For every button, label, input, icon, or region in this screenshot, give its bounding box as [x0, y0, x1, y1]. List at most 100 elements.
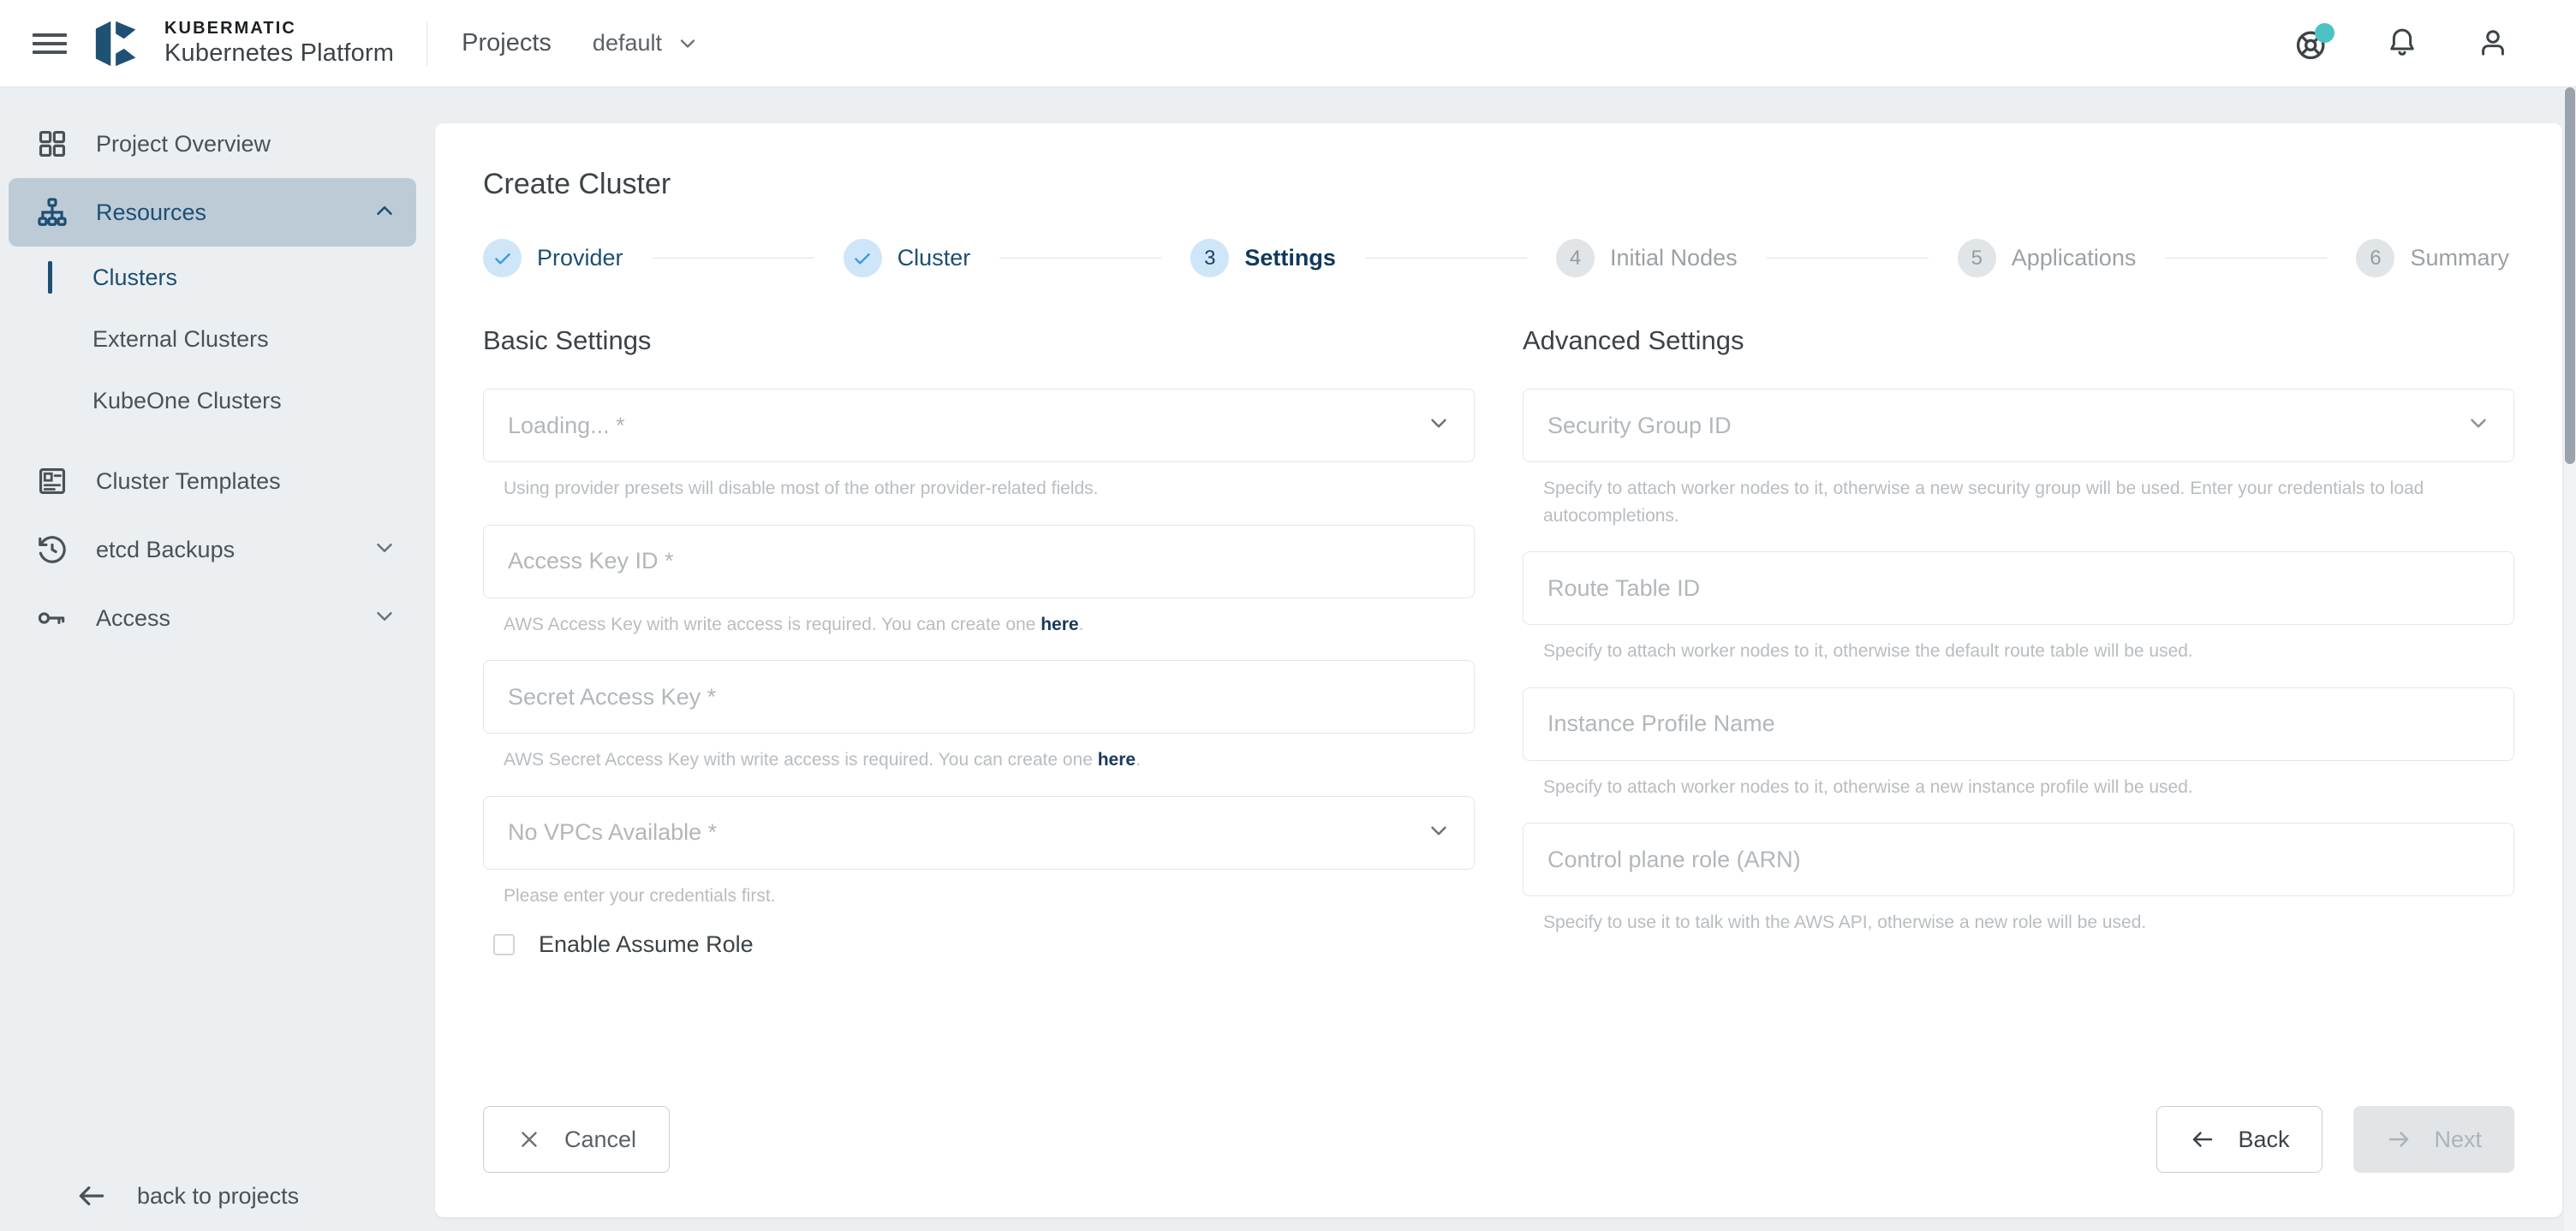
- step-provider-circle: [483, 239, 522, 277]
- back-button-label: Back: [2238, 1127, 2289, 1153]
- route-table-id-placeholder: Route Table ID: [1547, 575, 1700, 602]
- sidebar-item-external-clusters[interactable]: External Clusters: [0, 308, 435, 370]
- step-initial-nodes[interactable]: 4 Initial Nodes: [1556, 239, 1738, 277]
- sidebar-label-clusters: Clusters: [92, 265, 177, 291]
- step-summary[interactable]: 6 Summary: [2356, 239, 2509, 277]
- project-selected-name: default: [593, 30, 662, 56]
- key-icon: [34, 600, 70, 636]
- sidebar-label-kubeone-clusters: KubeOne Clusters: [92, 388, 282, 414]
- sidebar-item-access[interactable]: Access: [9, 584, 416, 652]
- sidebar-item-kubeone-clusters[interactable]: KubeOne Clusters: [0, 370, 435, 431]
- top-bar: KUBERMATIC Kubernetes Platform Projects …: [0, 0, 2576, 87]
- back-button[interactable]: Back: [2156, 1106, 2323, 1173]
- arrow-left-icon: [2190, 1127, 2215, 1152]
- sidebar-item-project-overview[interactable]: Project Overview: [9, 110, 416, 178]
- step-cluster[interactable]: Cluster: [844, 239, 971, 277]
- advanced-settings-column: Advanced Settings Security Group ID Spec…: [1523, 325, 2514, 959]
- notifications-bell-icon[interactable]: [2384, 25, 2422, 62]
- wizard-nav-buttons: Back Next: [2156, 1106, 2514, 1173]
- access-key-id-placeholder: Access Key ID *: [508, 548, 674, 574]
- history-clock-icon: [34, 532, 70, 568]
- step-settings[interactable]: 3 Settings: [1190, 239, 1336, 277]
- vpc-placeholder: No VPCs Available *: [508, 819, 717, 846]
- cluster-templates-icon: [34, 463, 70, 499]
- secret-key-hint-link[interactable]: here: [1098, 750, 1136, 770]
- control-plane-role-arn-placeholder: Control plane role (ARN): [1547, 847, 1801, 873]
- step-cluster-circle: [844, 239, 882, 277]
- preset-hint: Using provider presets will disable most…: [504, 475, 1475, 503]
- basic-settings-title: Basic Settings: [483, 325, 1475, 356]
- back-to-projects-label: back to projects: [137, 1183, 299, 1210]
- control-plane-role-arn-input[interactable]: Control plane role (ARN): [1523, 823, 2514, 896]
- vpc-select[interactable]: No VPCs Available *: [483, 796, 1475, 870]
- active-indicator-bar: [48, 261, 52, 294]
- access-key-id-hint: AWS Access Key with write access is requ…: [504, 611, 1475, 639]
- basic-settings-column: Basic Settings Loading... * Using provid…: [483, 325, 1475, 959]
- projects-label[interactable]: Projects: [462, 29, 552, 57]
- cancel-button[interactable]: Cancel: [483, 1106, 670, 1173]
- arrow-right-icon: [2386, 1127, 2412, 1152]
- checkbox-box-icon: [493, 934, 515, 955]
- security-group-id-select[interactable]: Security Group ID: [1523, 389, 2514, 462]
- sidebar-item-etcd-backups[interactable]: etcd Backups: [9, 515, 416, 584]
- chevron-down-icon: [372, 535, 397, 565]
- step-applications-label: Applications: [2012, 245, 2137, 271]
- sidebar-item-clusters[interactable]: Clusters: [0, 247, 435, 308]
- access-key-id-input[interactable]: Access Key ID *: [483, 525, 1475, 598]
- step-initial-nodes-circle: 4: [1556, 239, 1595, 277]
- hamburger-icon[interactable]: [31, 29, 69, 58]
- step-applications-circle: 5: [1958, 239, 1996, 277]
- enable-assume-role-label: Enable Assume Role: [539, 931, 754, 958]
- step-settings-label: Settings: [1244, 245, 1336, 271]
- instance-profile-name-input[interactable]: Instance Profile Name: [1523, 687, 2514, 761]
- chevron-down-icon: [372, 604, 397, 633]
- step-settings-circle: 3: [1190, 239, 1229, 277]
- project-selector[interactable]: default: [593, 30, 700, 56]
- brand-logo-group: KUBERMATIC Kubernetes Platform: [92, 17, 394, 70]
- sidebar-item-cluster-templates[interactable]: Cluster Templates: [9, 447, 416, 515]
- step-connector: [999, 258, 1161, 259]
- kubermatic-logo-icon: [92, 17, 146, 70]
- sidebar-label-project-overview: Project Overview: [96, 131, 271, 158]
- user-account-icon[interactable]: [2475, 25, 2513, 62]
- back-to-projects-link[interactable]: back to projects: [0, 1180, 299, 1212]
- secret-key-hint-text: AWS Secret Access Key with write access …: [504, 750, 1098, 770]
- create-cluster-card: Create Cluster Provider Cluster 3 Settin…: [435, 123, 2562, 1217]
- chevron-down-icon: [1426, 411, 1452, 441]
- brand-name: KUBERMATIC: [164, 20, 394, 38]
- step-summary-circle: 6: [2356, 239, 2394, 277]
- preset-placeholder: Loading... *: [508, 413, 625, 439]
- instance-profile-name-hint: Specify to attach worker nodes to it, ot…: [1543, 774, 2514, 801]
- chevron-down-icon: [1426, 818, 1452, 847]
- step-provider-label: Provider: [537, 245, 623, 271]
- next-button: Next: [2353, 1106, 2514, 1173]
- step-cluster-label: Cluster: [897, 245, 971, 271]
- page-scrollbar-thumb[interactable]: [2565, 87, 2575, 464]
- preset-select[interactable]: Loading... *: [483, 389, 1475, 462]
- sidebar-label-external-clusters: External Clusters: [92, 326, 269, 353]
- wizard-footer: Cancel Back Next: [483, 1106, 2514, 1173]
- enable-assume-role-checkbox[interactable]: Enable Assume Role: [493, 931, 1475, 958]
- sidebar-item-resources[interactable]: Resources: [9, 178, 416, 247]
- access-key-hint-link[interactable]: here: [1041, 615, 1078, 634]
- step-provider[interactable]: Provider: [483, 239, 623, 277]
- route-table-id-input[interactable]: Route Table ID: [1523, 551, 2514, 625]
- advanced-settings-title: Advanced Settings: [1523, 325, 2514, 356]
- secret-access-key-hint: AWS Secret Access Key with write access …: [504, 746, 1475, 774]
- secret-access-key-input[interactable]: Secret Access Key *: [483, 660, 1475, 734]
- step-connector: [1365, 258, 1527, 259]
- settings-form: Basic Settings Loading... * Using provid…: [483, 325, 2514, 959]
- sidebar-label-resources: Resources: [96, 199, 206, 226]
- instance-profile-name-placeholder: Instance Profile Name: [1547, 711, 1775, 737]
- step-applications[interactable]: 5 Applications: [1958, 239, 2137, 277]
- step-connector: [653, 258, 814, 259]
- sidebar: Project Overview Resources Clusters Exte…: [0, 87, 435, 1231]
- chevron-down-icon: [2466, 411, 2491, 441]
- chevron-down-icon: [676, 32, 700, 56]
- support-icon[interactable]: [2293, 25, 2331, 62]
- route-table-id-hint: Specify to attach worker nodes to it, ot…: [1543, 638, 2514, 665]
- vpc-hint: Please enter your credentials first.: [504, 883, 1475, 910]
- sidebar-label-access: Access: [96, 605, 170, 632]
- sidebar-label-cluster-templates: Cluster Templates: [96, 468, 281, 495]
- page-scrollbar-track[interactable]: [2564, 87, 2576, 1231]
